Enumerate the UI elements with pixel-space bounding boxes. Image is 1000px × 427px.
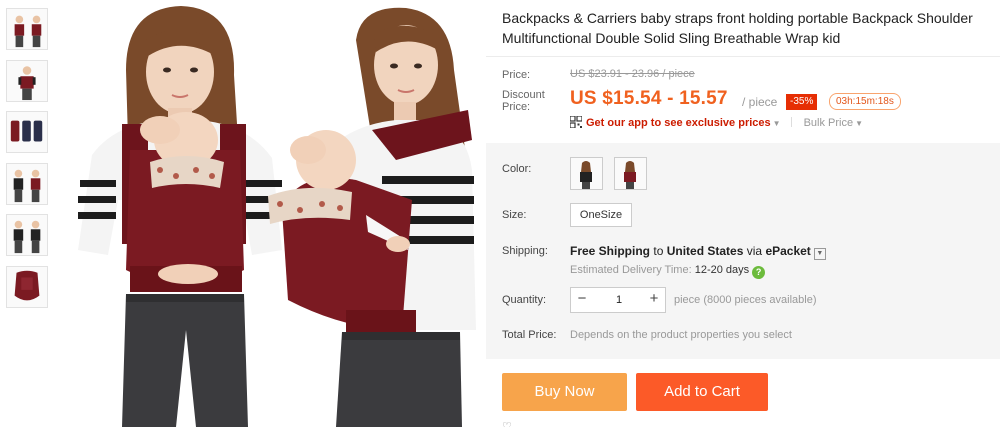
- product-details: Backpacks & Carriers baby straps front h…: [486, 0, 1000, 427]
- color-swatch-icon: [571, 158, 602, 189]
- product-title: Backpacks & Carriers baby straps front h…: [502, 10, 973, 46]
- color-option-1[interactable]: [570, 157, 603, 190]
- caret-down-icon: ▼: [772, 119, 781, 128]
- quantity-input[interactable]: 1: [601, 288, 637, 312]
- total-price-text: Depends on the product properties you se…: [570, 329, 792, 341]
- divider: [790, 117, 792, 127]
- price-unit: / piece: [742, 95, 778, 109]
- countdown-timer: 03h:15m:18s: [829, 93, 901, 110]
- baby-carrier-photo-icon: [56, 0, 484, 427]
- discount-badge: -35%: [786, 94, 818, 110]
- quantity-increase-button[interactable]: +: [643, 288, 665, 312]
- help-icon[interactable]: ?: [752, 266, 766, 279]
- size-label: Size:: [502, 209, 527, 221]
- add-to-cart-button[interactable]: Add to Cart: [636, 373, 768, 411]
- price-label: Price:: [502, 69, 531, 81]
- quantity-decrease-button[interactable]: −: [571, 288, 593, 312]
- quantity-label: Quantity:: [502, 294, 547, 306]
- current-price: US $15.54 - 15.57: [570, 88, 728, 109]
- thumbnail-5[interactable]: [6, 214, 48, 256]
- discount-price-label: Discount Price:: [502, 89, 545, 113]
- app-promo-row: Get our app to see exclusive prices ▼ Bulk…: [570, 116, 863, 131]
- quantity-stepper: − 1 +: [570, 287, 666, 313]
- main-product-image[interactable]: [56, 0, 484, 427]
- total-price-label: Total Price:: [502, 329, 557, 341]
- size-option-onesize[interactable]: OneSize: [570, 203, 632, 227]
- shipping-dropdown-icon[interactable]: ▼: [813, 248, 826, 260]
- caret-down-icon: ▼: [855, 119, 864, 128]
- thumbnail-4[interactable]: [6, 162, 48, 205]
- shipping-label: Shipping:: [502, 245, 548, 257]
- thumbnail-2[interactable]: [6, 59, 48, 102]
- app-promo-link[interactable]: Get our app to see exclusive prices: [586, 117, 771, 129]
- color-label: Color:: [502, 163, 532, 175]
- delivery-estimate: Estimated Delivery Time: 12-20 days?: [570, 264, 766, 279]
- qr-code-icon: [570, 116, 582, 128]
- stock-note: piece (8000 pieces available): [674, 294, 817, 306]
- original-price: US $23.91 - 23.96 / piece: [570, 68, 695, 80]
- wishlist-row[interactable]: ♡: [502, 420, 512, 427]
- thumbnail-list: [6, 8, 50, 317]
- thumbnail-1[interactable]: [6, 8, 48, 50]
- bulk-price-toggle[interactable]: Bulk Price ▼: [804, 117, 863, 129]
- color-option-2[interactable]: [614, 157, 647, 190]
- sku-selection: Color: Size: OneSize Shipping: Free Ship…: [486, 143, 1000, 359]
- color-swatch-icon: [615, 158, 646, 189]
- buy-now-button[interactable]: Buy Now: [502, 373, 627, 411]
- price-block: Price: US $23.91 - 23.96 / piece Discoun…: [486, 57, 1000, 143]
- shipping-info: Free Shipping to United States via ePack…: [570, 244, 826, 260]
- thumbnail-6[interactable]: [6, 265, 48, 308]
- thumbnail-3[interactable]: [6, 111, 48, 153]
